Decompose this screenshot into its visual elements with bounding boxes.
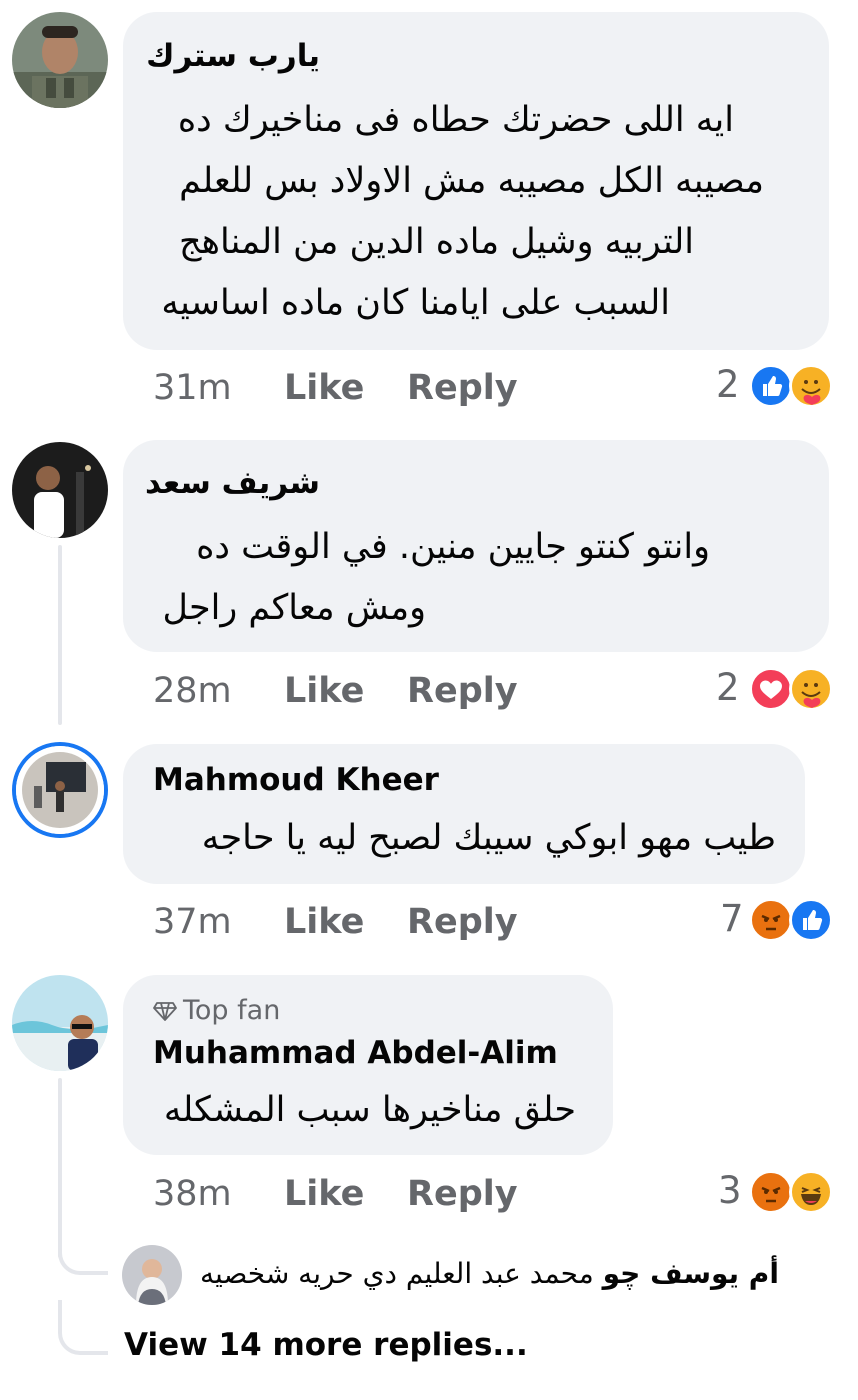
avatar[interactable] bbox=[122, 1245, 182, 1305]
view-more-replies-button[interactable]: View 14 more replies... bbox=[124, 1327, 528, 1363]
reply-button[interactable]: Reply bbox=[407, 671, 518, 711]
avatar[interactable] bbox=[12, 442, 108, 538]
reply-author[interactable]: أم يوسف چو bbox=[603, 1257, 779, 1290]
angry-icon bbox=[749, 1170, 793, 1214]
comment-author[interactable]: يارب سترك bbox=[146, 38, 320, 74]
reaction-count[interactable]: 7 bbox=[720, 899, 744, 939]
comment-line: ايه اللى حضرتك حطاه فى مناخيرك ده bbox=[177, 100, 734, 140]
comment-line: التربيه وشيل ماده الدين من المناهج bbox=[178, 222, 694, 262]
like-icon bbox=[749, 364, 793, 408]
like-button[interactable]: Like bbox=[284, 671, 364, 711]
avatar[interactable] bbox=[12, 12, 108, 108]
reply-preview[interactable]: أم يوسف چو محمد عبد العليم دي حريه شخصيه bbox=[200, 1257, 820, 1290]
like-button[interactable]: Like bbox=[284, 902, 364, 942]
comment-timestamp[interactable]: 28m bbox=[153, 671, 232, 711]
reply-button[interactable]: Reply bbox=[407, 1174, 518, 1214]
haha-icon bbox=[789, 1170, 833, 1214]
comment-line: السبب على ايامنا كان ماده اساسيه bbox=[161, 283, 670, 323]
comment-timestamp[interactable]: 37m bbox=[153, 902, 232, 942]
comment-timestamp[interactable]: 31m bbox=[153, 368, 232, 408]
diamond-icon bbox=[153, 1002, 177, 1021]
thread-connector bbox=[58, 1300, 108, 1355]
reply-button[interactable]: Reply bbox=[407, 902, 518, 942]
comment-line: طيب مهو ابوكي سيبك لصبح ليه يا حاجه bbox=[201, 818, 776, 858]
comment-author[interactable]: Muhammad Abdel-Alim bbox=[153, 1035, 558, 1071]
comment-line: مصيبه الكل مصيبه مش الاولاد بس للعلم bbox=[179, 161, 764, 201]
top-fan-label: Top fan bbox=[183, 995, 281, 1026]
top-fan-badge: Top fan bbox=[153, 995, 280, 1026]
care-icon bbox=[789, 364, 833, 408]
reply-text: محمد عبد العليم دي حريه شخصيه bbox=[200, 1257, 594, 1290]
thread-line bbox=[58, 545, 62, 725]
avatar[interactable] bbox=[12, 742, 108, 838]
reaction-count[interactable]: 2 bbox=[716, 365, 740, 405]
like-icon bbox=[789, 898, 833, 942]
comment-author[interactable]: شريف سعد bbox=[145, 465, 320, 501]
comment-timestamp[interactable]: 38m bbox=[153, 1174, 232, 1214]
comment-line: وانتو كنتو جايين منين. في الوقت ده bbox=[196, 527, 710, 567]
avatar[interactable] bbox=[12, 975, 108, 1071]
reaction-count[interactable]: 3 bbox=[718, 1171, 742, 1211]
love-icon bbox=[749, 667, 793, 711]
like-button[interactable]: Like bbox=[284, 1174, 364, 1214]
comment-line: حلق مناخيرها سبب المشكله bbox=[163, 1090, 576, 1130]
reaction-count[interactable]: 2 bbox=[716, 668, 740, 708]
care-icon bbox=[789, 667, 833, 711]
like-button[interactable]: Like bbox=[284, 368, 364, 408]
thread-connector bbox=[58, 1225, 108, 1275]
angry-icon bbox=[749, 898, 793, 942]
reply-button[interactable]: Reply bbox=[407, 368, 518, 408]
comment-author[interactable]: Mahmoud Kheer bbox=[153, 762, 439, 798]
comment-line: ومش معاكم راجل bbox=[162, 588, 426, 628]
